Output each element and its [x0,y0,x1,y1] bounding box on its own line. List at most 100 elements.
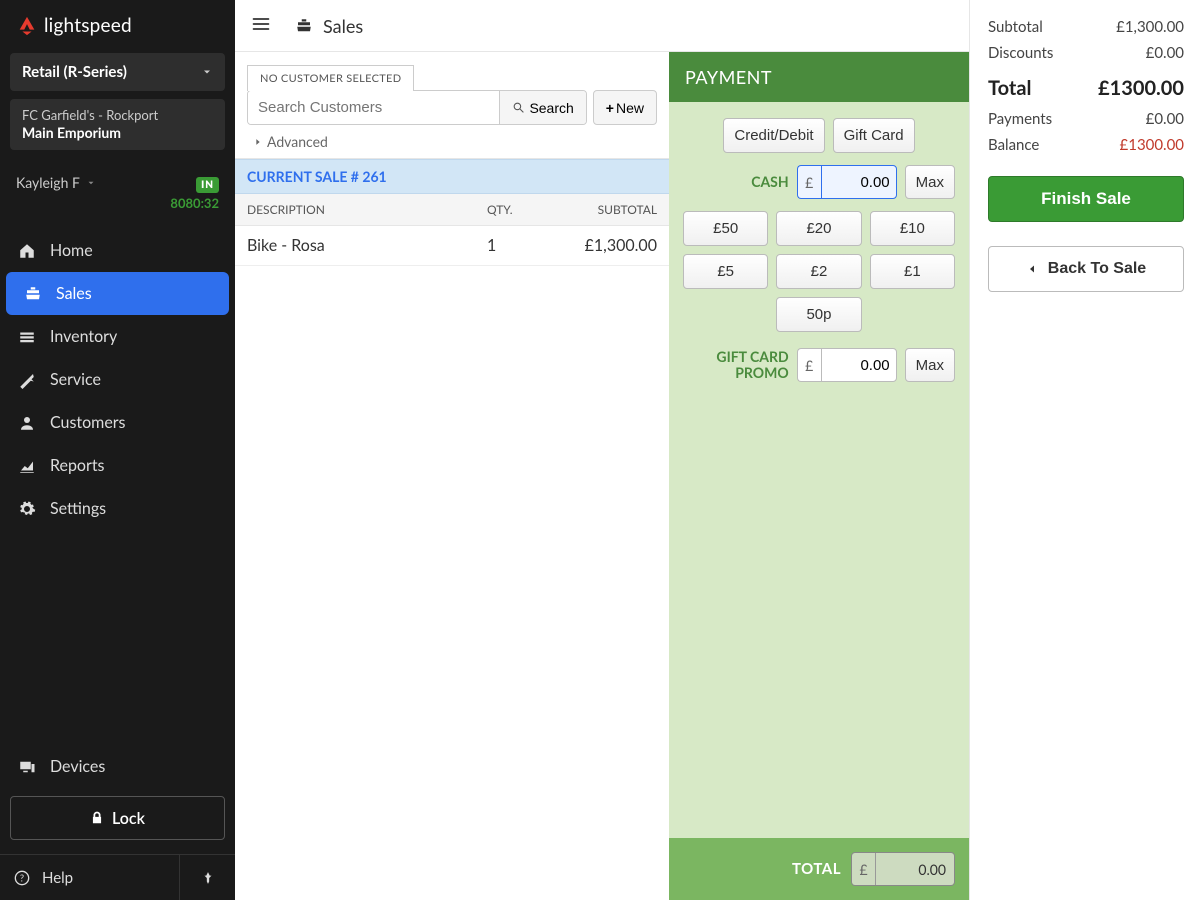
clock-time: 8080:32 [170,195,219,211]
main: Sales NO CUSTOMER SELECTED Search + [235,0,970,900]
chevron-right-icon [253,137,263,147]
search-customers-wrap: Search [247,90,587,125]
location-box[interactable]: FC Garfield's - Rockport Main Emporium [10,99,225,150]
summary-discounts-row: Discounts £0.00 [988,44,1184,62]
summary-total-row: Total £1300.00 [988,76,1184,100]
gift-card-button[interactable]: Gift Card [833,118,915,153]
nav-service[interactable]: Service [0,358,235,401]
brand: lightspeed [0,0,235,45]
search-customers-input[interactable] [248,91,499,124]
nav-inventory[interactable]: Inventory [0,315,235,358]
cash-label: CASH [751,174,788,190]
cash-input-group: £ [797,165,897,199]
nav-settings[interactable]: Settings [0,487,235,530]
search-button-label: Search [529,100,573,116]
topbar: Sales [235,0,969,52]
gift-promo-input[interactable] [821,348,897,382]
user-menu[interactable]: Kayleigh F [16,174,96,191]
currency-symbol: £ [797,165,821,199]
caret-down-icon [86,178,96,188]
user-row: Kayleigh F IN 8080:32 [0,166,235,225]
svg-text:?: ? [20,872,24,883]
nav-devices[interactable]: Devices [0,745,235,788]
cash-input[interactable] [821,165,897,199]
nav-sales[interactable]: Sales [6,272,229,315]
register-icon [295,17,313,35]
lock-button[interactable]: Lock [10,796,225,840]
summary-balance-label: Balance [988,136,1039,154]
search-customers-button[interactable]: Search [499,91,585,124]
nav-sales-label: Sales [56,284,92,303]
payment-header: PAYMENT [669,52,969,102]
help-button[interactable]: ? Help [0,855,179,900]
summary-balance-row: Balance £1300.00 [988,136,1184,154]
location-register: Main Emporium [22,124,213,142]
nav: Home Sales Inventory Service Customers R… [0,225,235,739]
denom-5[interactable]: £5 [683,254,768,289]
denom-10[interactable]: £10 [870,211,955,246]
product-selector[interactable]: Retail (R-Series) [10,53,225,91]
nav-inventory-label: Inventory [50,327,117,346]
nav-customers[interactable]: Customers [0,401,235,444]
summary-total-label: Total [988,76,1031,100]
new-button-label: New [616,100,644,116]
gift-promo-max-button[interactable]: Max [905,348,955,382]
nav-devices-label: Devices [50,757,105,776]
summary-subtotal-row: Subtotal £1,300.00 [988,18,1184,36]
sidebar: lightspeed Retail (R-Series) FC Garfield… [0,0,235,900]
denomination-grid: £50 £20 £10 £5 £2 £1 50p [683,211,955,332]
advanced-label: Advanced [267,133,328,150]
cash-row: CASH £ Max [683,165,955,199]
summary-total-value: £1300.00 [1098,76,1184,100]
currency-symbol: £ [852,853,876,885]
help-icon: ? [14,870,30,886]
advanced-toggle[interactable]: Advanced [253,133,657,150]
lock-icon [90,811,104,825]
sale-column: NO CUSTOMER SELECTED Search + New [235,52,669,900]
credit-debit-button[interactable]: Credit/Debit [723,118,824,153]
denom-2[interactable]: £2 [776,254,861,289]
payment-total-value: 0.00 [876,853,954,885]
home-icon [18,242,36,260]
denom-1[interactable]: £1 [870,254,955,289]
summary-discounts-label: Discounts [988,44,1053,62]
denom-20[interactable]: £20 [776,211,861,246]
nav-reports[interactable]: Reports [0,444,235,487]
new-customer-button[interactable]: + New [593,90,657,125]
nav-customers-label: Customers [50,413,126,432]
cash-max-button[interactable]: Max [905,165,955,199]
col-description: DESCRIPTION [247,202,487,217]
chevron-left-icon [1026,263,1038,275]
no-customer-tab[interactable]: NO CUSTOMER SELECTED [247,65,414,91]
nav-settings-label: Settings [50,499,106,518]
line-qty: 1 [487,236,547,255]
reports-icon [18,457,36,475]
customer-area: NO CUSTOMER SELECTED Search + New [235,52,669,159]
sale-line-row[interactable]: Bike - Rosa 1 £1,300.00 [235,226,669,266]
search-icon [512,101,525,114]
finish-sale-button[interactable]: Finish Sale [988,176,1184,222]
nav-home[interactable]: Home [0,229,235,272]
back-to-sale-button[interactable]: Back To Sale [988,246,1184,292]
current-sale-header: CURRENT SALE # 261 [235,159,669,194]
back-to-sale-label: Back To Sale [1048,260,1146,278]
pin-button[interactable] [179,855,235,900]
summary-payments-label: Payments [988,110,1052,128]
col-qty: QTY. [487,202,547,217]
nav-reports-label: Reports [50,456,104,475]
summary-payments-value: £0.00 [1146,110,1184,128]
content: NO CUSTOMER SELECTED Search + New [235,52,969,900]
summary-discounts-value: £0.00 [1146,44,1184,62]
denom-50[interactable]: £50 [683,211,768,246]
gift-promo-row: GIFT CARDPROMO £ Max [683,348,955,382]
payment-total-bar: TOTAL £ 0.00 [669,838,969,900]
brand-text: lightspeed [44,14,132,37]
line-subtotal: £1,300.00 [547,236,657,255]
denom-50p[interactable]: 50p [776,297,861,332]
devices-icon [18,758,36,776]
product-selector-label: Retail (R-Series) [22,63,127,81]
nav-service-label: Service [50,370,101,389]
summary-subtotal-label: Subtotal [988,18,1043,36]
hamburger-button[interactable] [247,10,275,41]
gift-promo-input-group: £ [797,348,897,382]
